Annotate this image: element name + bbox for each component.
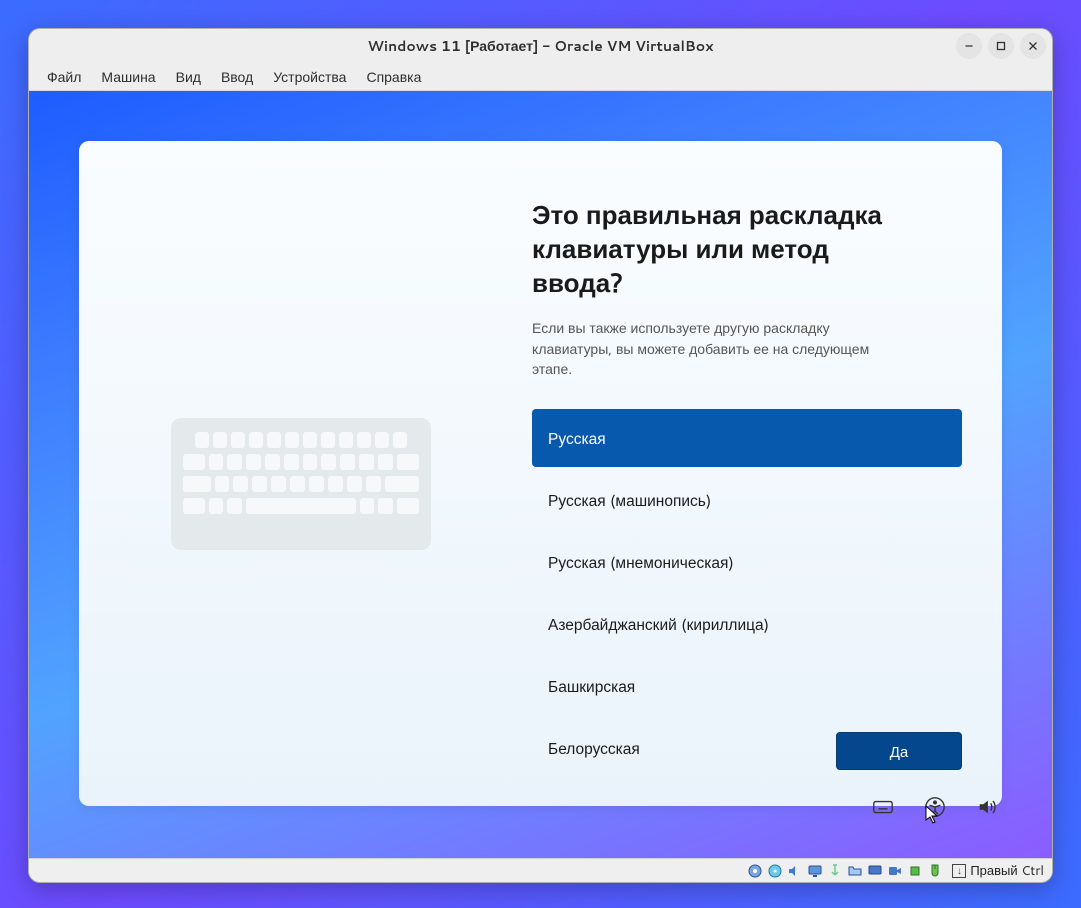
oobe-card: Это правильная раскладка клавиатуры или … (79, 141, 1002, 806)
maximize-button[interactable] (988, 33, 1014, 59)
yes-button[interactable]: Да (836, 732, 962, 770)
oobe-illustration-pane (79, 141, 522, 806)
oobe-heading: Это правильная раскладка клавиатуры или … (532, 199, 912, 300)
layout-option[interactable]: Русская (532, 409, 962, 467)
vbox-hostkey-indicator[interactable]: ↓ Правый Ctrl (952, 862, 1044, 880)
layout-option[interactable]: Русская (мнемоническая) (532, 533, 962, 591)
yes-button-label: Да (890, 741, 909, 762)
window-title: Windows 11 [Работает] - Oracle VM Virtua… (367, 36, 713, 56)
vbox-recording-icon[interactable] (886, 862, 904, 880)
vbox-mouse-integration-icon[interactable] (926, 862, 944, 880)
menu-input[interactable]: Ввод (211, 63, 263, 91)
vbox-network-icon[interactable] (806, 862, 824, 880)
accessibility-icon[interactable] (924, 796, 946, 818)
layout-option[interactable]: Башкирская (532, 657, 962, 715)
menu-machine[interactable]: Машина (91, 63, 165, 91)
keyboard-icon (171, 418, 431, 550)
vbox-display-icon[interactable] (866, 862, 884, 880)
window-controls (956, 33, 1046, 59)
menu-devices[interactable]: Устройства (263, 63, 356, 91)
keyboard-layout-list: Русская Русская (машинопись) Русская (мн… (532, 409, 962, 777)
layout-option[interactable]: Русская (машинопись) (532, 471, 962, 529)
oobe-content-pane: Это правильная раскладка клавиатуры или … (522, 141, 1002, 806)
menu-file[interactable]: Файл (37, 63, 91, 91)
vbox-statusbar: ↓ Правый Ctrl (29, 858, 1052, 882)
vbox-optical-icon[interactable] (766, 862, 784, 880)
oobe-subtitle: Если вы также используете другую расклад… (532, 318, 912, 379)
menubar: Файл Машина Вид Ввод Устройства Справка (29, 63, 1052, 91)
virtualbox-window: Windows 11 [Работает] - Oracle VM Virtua… (28, 28, 1053, 883)
menu-help[interactable]: Справка (356, 63, 431, 91)
oobe-tray (872, 796, 998, 818)
titlebar[interactable]: Windows 11 [Работает] - Oracle VM Virtua… (29, 29, 1052, 63)
hostkey-label: Правый Ctrl (970, 862, 1044, 880)
vbox-cpu-icon[interactable] (906, 862, 924, 880)
minimize-button[interactable] (956, 33, 982, 59)
vbox-hdd-icon[interactable] (746, 862, 764, 880)
vbox-usb-icon[interactable] (826, 862, 844, 880)
layout-option[interactable]: Азербайджанский (кириллица) (532, 595, 962, 653)
vbox-audio-icon[interactable] (786, 862, 804, 880)
volume-icon[interactable] (976, 796, 998, 818)
hostkey-arrow-icon: ↓ (952, 864, 966, 878)
close-button[interactable] (1020, 33, 1046, 59)
vbox-shared-folder-icon[interactable] (846, 862, 864, 880)
osd-keyboard-icon[interactable] (872, 796, 894, 818)
vm-display[interactable]: Это правильная раскладка клавиатуры или … (29, 91, 1052, 858)
menu-view[interactable]: Вид (166, 63, 211, 91)
